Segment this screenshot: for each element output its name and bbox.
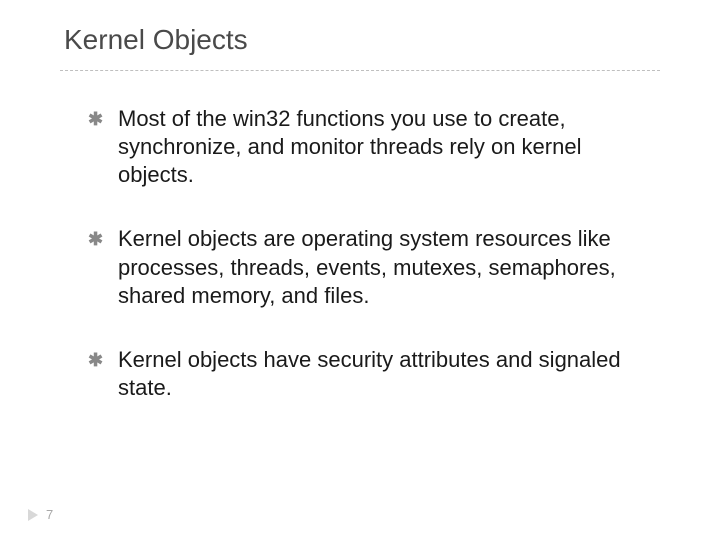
bullet-icon: ✱: [88, 105, 118, 133]
triangle-icon: [28, 509, 38, 521]
bullet-icon: ✱: [88, 225, 118, 253]
bullet-item: ✱ Most of the win32 functions you use to…: [88, 105, 650, 189]
footer: 7: [28, 507, 53, 522]
bullet-text: Most of the win32 functions you use to c…: [118, 105, 650, 189]
slide-container: Kernel Objects ✱ Most of the win32 funct…: [0, 0, 720, 540]
bullet-item: ✱ Kernel objects are operating system re…: [88, 225, 650, 309]
content-area: ✱ Most of the win32 functions you use to…: [60, 105, 660, 402]
bullet-icon: ✱: [88, 346, 118, 374]
slide-title: Kernel Objects: [60, 24, 660, 56]
bullet-item: ✱ Kernel objects have security attribute…: [88, 346, 650, 402]
page-number: 7: [46, 507, 53, 522]
bullet-text: Kernel objects have security attributes …: [118, 346, 650, 402]
bullet-text: Kernel objects are operating system reso…: [118, 225, 650, 309]
divider: [60, 70, 660, 71]
